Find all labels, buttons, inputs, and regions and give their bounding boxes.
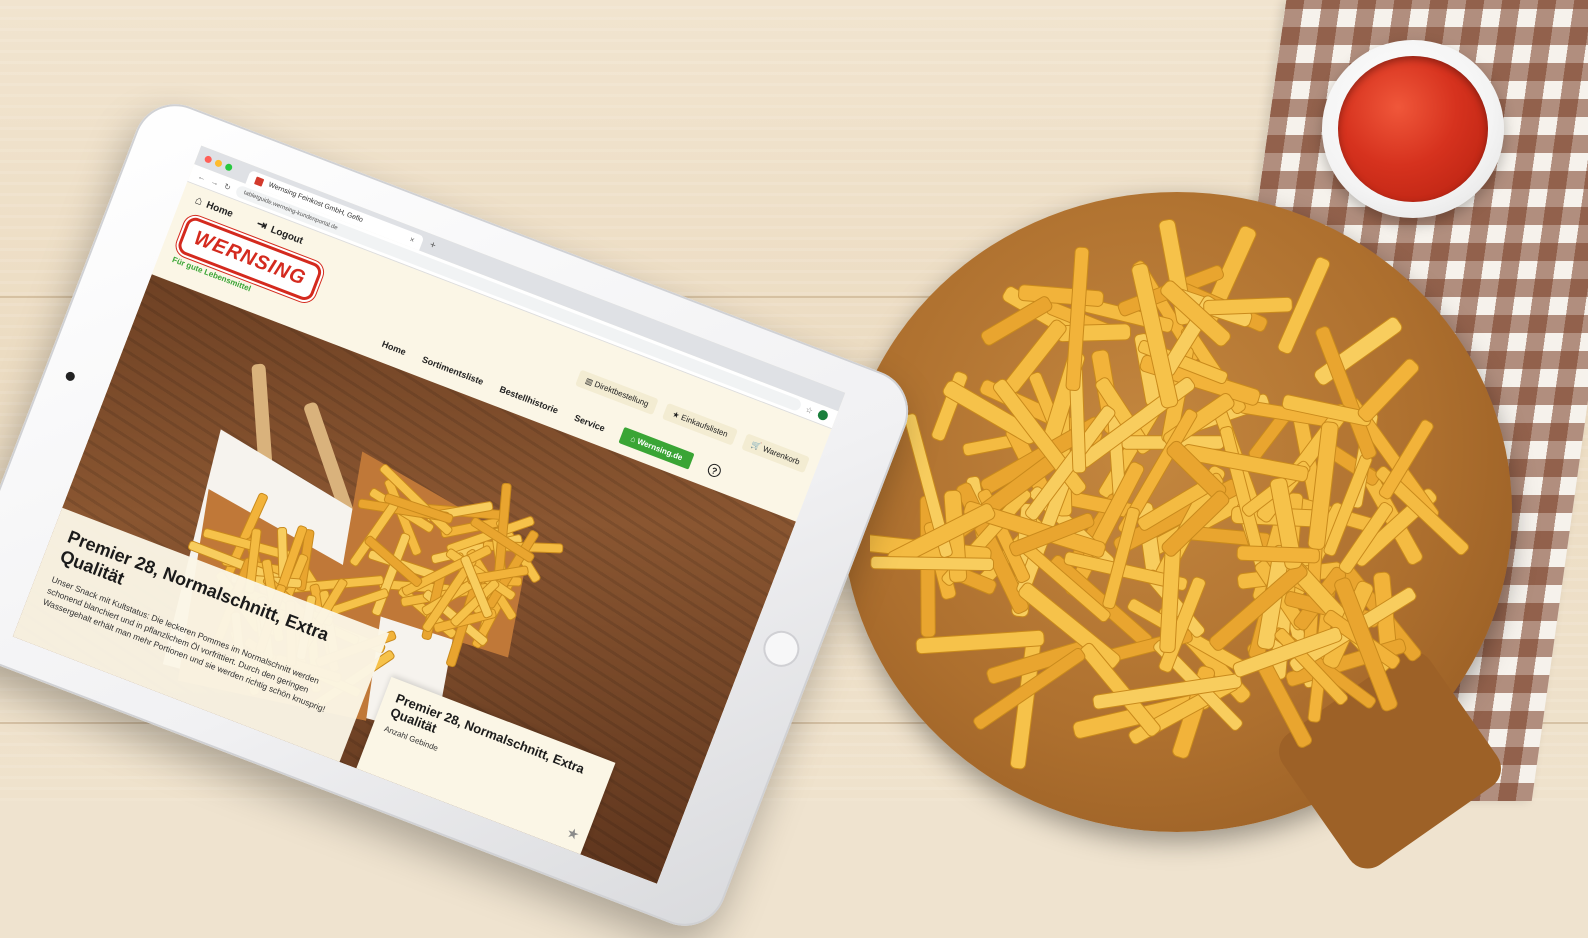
new-tab-button[interactable]: + [428, 239, 437, 251]
help-icon[interactable]: ? [706, 462, 723, 479]
fry [1056, 323, 1132, 343]
shopping-list-button[interactable]: ★ Einkaufslisten [662, 402, 738, 446]
forward-icon[interactable]: → [210, 176, 221, 187]
favorite-star-icon[interactable]: ★ [564, 824, 581, 844]
reload-icon[interactable]: ↻ [223, 181, 232, 192]
favicon-icon [254, 175, 265, 187]
fry [1357, 358, 1420, 423]
bookmark-star-icon[interactable]: ☆ [804, 404, 814, 415]
window-minimize-dot[interactable] [214, 158, 224, 168]
cart-icon: 🛒 [750, 439, 763, 452]
back-icon[interactable]: ← [197, 171, 208, 182]
logout-link-label: Logout [268, 224, 305, 247]
cart-button[interactable]: 🛒 Warenkorb [741, 433, 810, 474]
direct-order-button[interactable]: ▥ Direktbestellung [575, 369, 659, 416]
fry [1236, 545, 1320, 564]
ketchup [1338, 56, 1488, 202]
window-close-dot[interactable] [203, 154, 213, 164]
home-link-label: Home [204, 199, 235, 220]
shopping-list-label: Einkaufslisten [679, 412, 730, 439]
cart-label: Warenkorb [761, 444, 802, 467]
profile-avatar[interactable] [816, 408, 830, 422]
fry [870, 555, 995, 572]
house-icon: ⌂ [193, 192, 205, 209]
tablet-camera [64, 370, 77, 383]
direct-order-label: Direktbestellung [593, 379, 650, 409]
nav-home[interactable]: Home [381, 338, 408, 356]
window-maximize-dot[interactable] [224, 162, 234, 172]
nav-service[interactable]: Service [573, 412, 606, 433]
tablet-home-button[interactable] [758, 625, 805, 673]
ketchup-bowl [1322, 40, 1504, 218]
close-icon[interactable]: × [407, 232, 417, 248]
wernsing-site-label: Wernsing.de [635, 436, 684, 463]
french-fries-pile [870, 218, 1469, 770]
fry [1203, 296, 1293, 316]
logout-icon: ⇥ [254, 216, 270, 233]
